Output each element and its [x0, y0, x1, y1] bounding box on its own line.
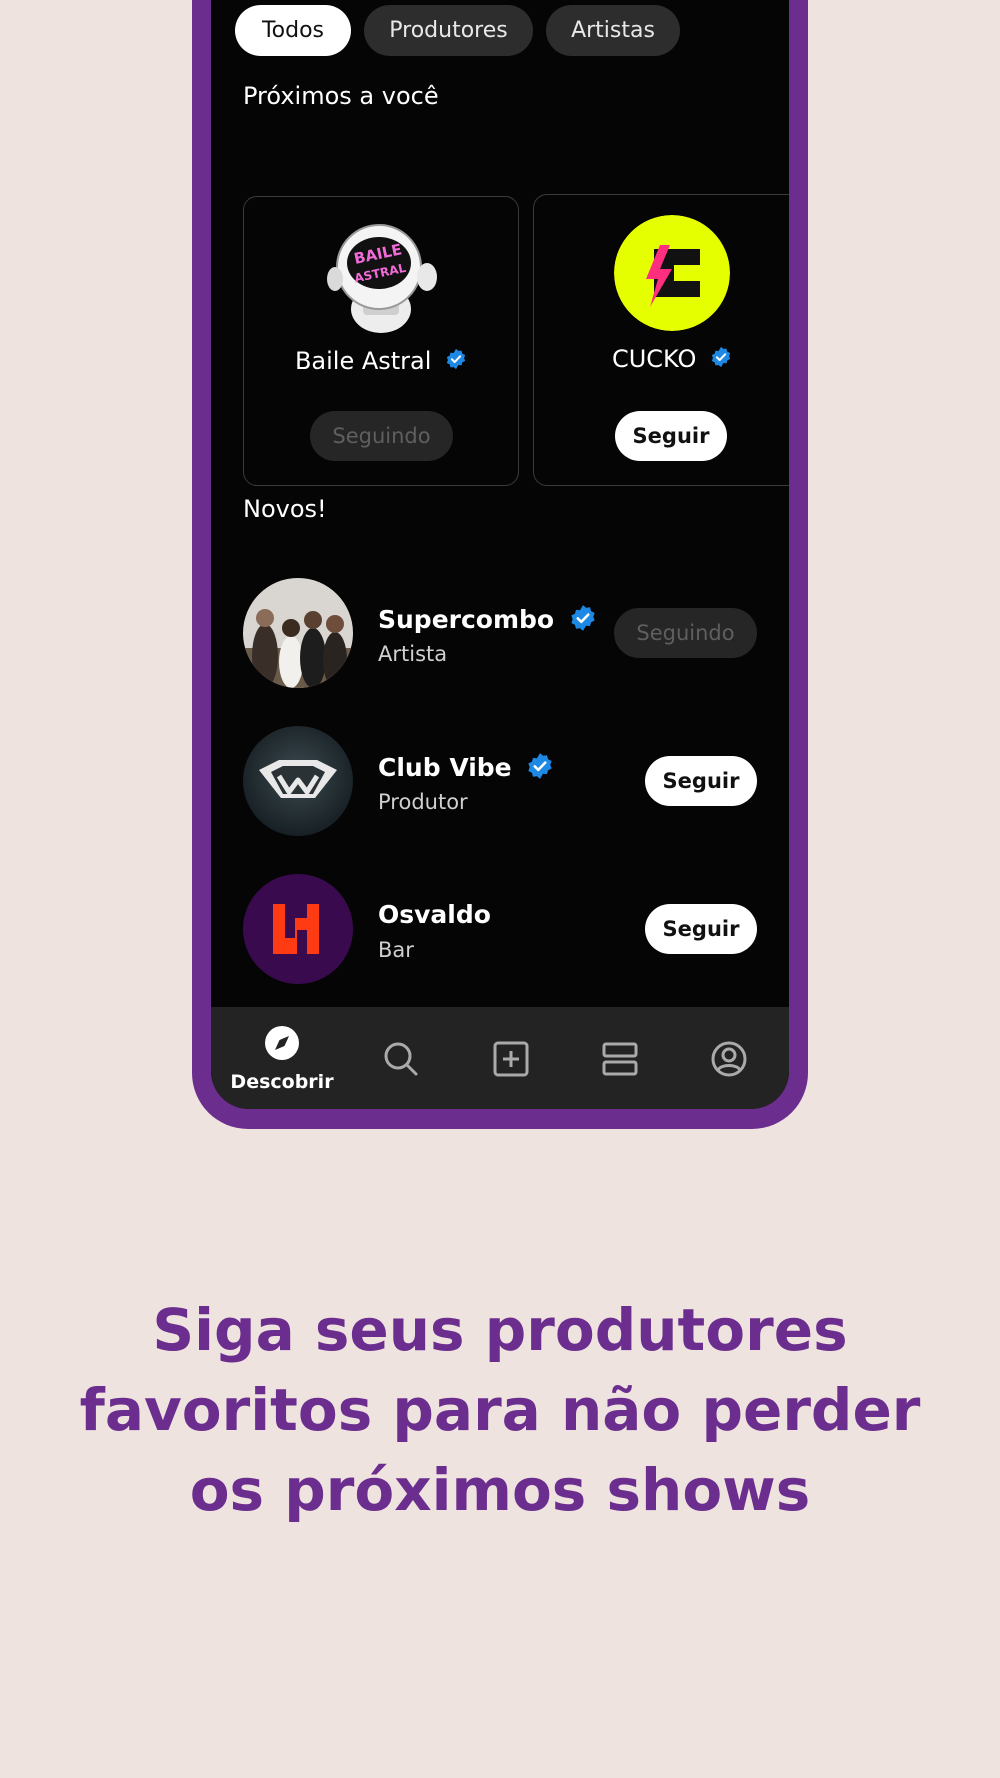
verified-badge-icon [710, 346, 732, 374]
follow-button[interactable]: Seguir [645, 756, 757, 806]
filter-chip-todos[interactable]: Todos [235, 5, 351, 56]
bottom-nav: Descobrir [211, 1007, 789, 1109]
nav-tickets[interactable] [591, 1007, 651, 1109]
row-name-text: Osvaldo [378, 900, 491, 929]
nav-profile[interactable] [701, 1007, 761, 1109]
row-type: Bar [378, 938, 414, 962]
club-vibe-avatar [243, 726, 353, 836]
row-name-osvaldo: Osvaldo [378, 900, 491, 929]
following-button[interactable]: Seguindo [310, 411, 453, 461]
cucko-avatar [614, 215, 730, 331]
promo-headline: Siga seus produtores favoritos para não … [79, 1296, 921, 1524]
list-item[interactable]: Club Vibe Produtor Seguir [243, 726, 757, 836]
search-icon [383, 1041, 419, 1081]
follow-button[interactable]: Seguir [645, 904, 757, 954]
phone-frame: Todos Produtores Artistas Próximos a voc… [192, 0, 808, 1129]
verified-badge-icon [526, 752, 554, 786]
compass-icon [264, 1025, 300, 1065]
nav-create[interactable] [481, 1007, 541, 1109]
row-type: Artista [378, 642, 448, 666]
filter-chip-artistas[interactable]: Artistas [546, 5, 680, 56]
nav-search[interactable] [371, 1007, 431, 1109]
profile-icon [711, 1041, 747, 1081]
nav-label: Descobrir [230, 1071, 334, 1093]
nearby-card-name: CUCKO [611, 345, 697, 373]
baile-astral-avatar: BAILE ASTRAL [323, 217, 439, 333]
follow-button[interactable]: Seguir [615, 411, 727, 461]
list-item[interactable]: Supercombo Artista Seguindo [243, 578, 757, 688]
verified-badge-icon [569, 604, 597, 638]
add-square-icon [493, 1041, 529, 1081]
new-section-title: Novos! [243, 495, 327, 523]
nearby-card-name: Baile Astral [294, 347, 432, 375]
following-button[interactable]: Seguindo [614, 608, 757, 658]
row-name-supercombo: Supercombo [378, 604, 597, 638]
nearby-card-baile-astral[interactable]: BAILE ASTRAL Baile Astral Seguindo [243, 196, 519, 486]
list-item[interactable]: Osvaldo Bar Seguir [243, 874, 757, 984]
supercombo-avatar [243, 578, 353, 688]
row-name-text: Supercombo [378, 605, 555, 634]
cucko-logo-icon [614, 215, 730, 331]
tickets-icon [602, 1041, 638, 1081]
baile-astral-name-row: Baile Astral [244, 347, 518, 376]
row-type: Produtor [378, 790, 468, 814]
nearby-section-title: Próximos a você [243, 82, 439, 110]
osvaldo-avatar [243, 874, 353, 984]
nearby-card-cucko[interactable]: CUCKO Seguir [533, 194, 789, 486]
app-screen: Todos Produtores Artistas Próximos a voc… [211, 0, 789, 1109]
row-name-club-vibe: Club Vibe [378, 752, 554, 786]
baile-astral-logo-icon: BAILE ASTRAL [323, 217, 439, 333]
verified-badge-icon [445, 348, 467, 376]
cucko-name-row: CUCKO [534, 345, 789, 374]
filter-chip-produtores[interactable]: Produtores [364, 5, 533, 56]
row-name-text: Club Vibe [378, 753, 512, 782]
nav-descobrir[interactable]: Descobrir [226, 1007, 338, 1109]
